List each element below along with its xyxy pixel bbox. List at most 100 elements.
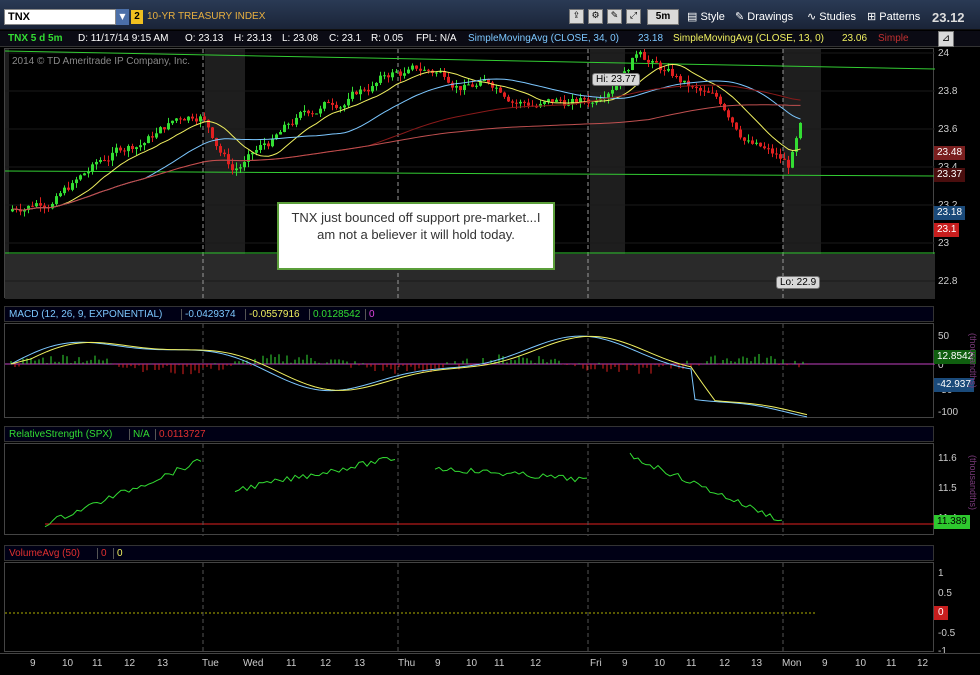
- candle-body: [703, 90, 706, 92]
- symbol-dropdown-icon[interactable]: ▼: [116, 9, 129, 25]
- macd-axis[interactable]: 500-50-10012.8542-42.937(thousandths): [934, 323, 980, 418]
- candle-body: [727, 110, 730, 118]
- rs-chart[interactable]: [5, 444, 935, 536]
- style-menu-button[interactable]: ▤ Style: [684, 9, 728, 26]
- candle-body: [199, 116, 202, 122]
- rs-value: N/A: [129, 429, 150, 440]
- candle-body: [527, 102, 530, 106]
- candle-body: [347, 98, 350, 106]
- bar-high: H: 23.13: [234, 33, 272, 44]
- macd-header: MACD (12, 26, 9, EXPONENTIAL) -0.0429374…: [4, 306, 934, 322]
- candle-body: [115, 147, 118, 153]
- candle-body: [315, 113, 318, 115]
- time-axis-tick: 13: [751, 658, 763, 669]
- tools-icon[interactable]: ✎: [607, 9, 622, 24]
- volume-tag: 0: [934, 606, 948, 620]
- price-tag: 23.1: [934, 223, 960, 237]
- symbol-input[interactable]: TNX: [4, 9, 116, 25]
- candle-body: [351, 91, 354, 99]
- candle-body: [323, 102, 326, 109]
- candle-body: [379, 75, 382, 83]
- candle-body: [491, 82, 494, 88]
- volume-avg-value: 0: [113, 548, 123, 559]
- candle-body: [651, 61, 654, 63]
- candle-body: [159, 127, 162, 134]
- candle-body: [715, 92, 718, 97]
- annotation-note[interactable]: TNX just bounced off support pre-market.…: [277, 202, 555, 270]
- candle-body: [367, 89, 370, 92]
- candle-body: [151, 136, 154, 138]
- candle-body: [179, 118, 182, 120]
- candle-body: [719, 96, 722, 104]
- volume-axis[interactable]: 10.50-0.5-10: [934, 562, 980, 657]
- time-axis-tick: 9: [822, 658, 828, 669]
- bar-range: R: 0.05: [371, 33, 404, 44]
- candle-body: [35, 203, 38, 207]
- candle-body: [215, 137, 218, 147]
- time-axis-tick: 10: [466, 658, 478, 669]
- volume-axis-tick: 1: [938, 568, 944, 579]
- macd-label: MACD (12, 26, 9, EXPONENTIAL): [9, 309, 163, 320]
- candle-body: [339, 107, 342, 109]
- studies-menu-button[interactable]: ∿ Studies: [804, 9, 859, 26]
- bar-close: C: 23.1: [329, 33, 362, 44]
- macd-line: [10, 335, 808, 418]
- candle-body: [511, 101, 514, 103]
- candle-body: [291, 123, 294, 125]
- candle-body: [283, 124, 286, 133]
- price-tag: 23.18: [934, 206, 966, 220]
- candle-body: [59, 193, 62, 197]
- link-group-badge[interactable]: 2: [131, 10, 143, 24]
- patterns-icon: ⊞: [867, 11, 880, 23]
- candle-body: [631, 57, 634, 71]
- candle-body: [167, 123, 170, 130]
- candle-body: [363, 89, 366, 91]
- price-axis[interactable]: 2423.823.623.423.22322.823.4823.3723.182…: [934, 48, 980, 298]
- candle-body: [211, 127, 214, 138]
- candle-body: [119, 147, 122, 151]
- macd-panel: [4, 323, 935, 419]
- time-axis-tick: 11: [686, 658, 697, 669]
- candle-body: [223, 152, 226, 155]
- volume-panel: [4, 562, 935, 653]
- macd-chart[interactable]: [5, 324, 935, 419]
- volume-value: 0: [97, 548, 107, 559]
- time-period-button[interactable]: 5m: [647, 9, 679, 25]
- zoom-icon[interactable]: ⤢: [626, 9, 641, 24]
- candle-body: [655, 61, 658, 63]
- rs-units-label: (thousandths): [968, 455, 978, 511]
- candle-body: [627, 70, 630, 72]
- share-icon[interactable]: ⇪: [569, 9, 584, 24]
- candle-body: [399, 71, 402, 76]
- low-marker-label: Lo: 22.9: [776, 276, 821, 289]
- time-axis[interactable]: 9 10 11 12 13 Tue Wed 11 12 13 Thu 9 10 11 12 Fri 9 10 11 1…: [0, 653, 980, 675]
- candle-body: [83, 173, 86, 176]
- rs-axis[interactable]: 11.611.511.411.389(thousandths): [934, 443, 980, 535]
- collapse-icon[interactable]: ⊿: [938, 31, 954, 47]
- patterns-menu-button[interactable]: ⊞ Patterns: [864, 9, 923, 26]
- candle-body: [299, 112, 302, 118]
- time-axis-tick: 9: [435, 658, 441, 669]
- candle-body: [683, 80, 686, 83]
- drawings-menu-button[interactable]: ✎ Drawings: [732, 9, 796, 26]
- candle-body: [675, 75, 678, 77]
- candle-body: [503, 92, 506, 97]
- rs-line: [234, 456, 396, 493]
- candle-body: [331, 102, 334, 105]
- time-axis-tick: Thu: [398, 658, 416, 669]
- price-axis-tick: 23: [938, 238, 950, 249]
- candle-body: [311, 113, 314, 115]
- candle-body: [583, 98, 586, 100]
- volume-chart[interactable]: [5, 563, 935, 653]
- fpl-value: FPL: N/A: [416, 33, 457, 44]
- settings-gear-icon[interactable]: ⚙: [588, 9, 603, 24]
- candle-body: [495, 87, 498, 89]
- volume-label: VolumeAvg (50): [9, 548, 80, 559]
- time-axis-tick: 12: [917, 658, 929, 669]
- candle-body: [319, 108, 322, 114]
- time-axis-tick: 10: [855, 658, 867, 669]
- candle-body: [523, 101, 526, 103]
- candle-body: [95, 161, 98, 165]
- candle-body: [663, 70, 666, 72]
- time-axis-tick: 12: [320, 658, 332, 669]
